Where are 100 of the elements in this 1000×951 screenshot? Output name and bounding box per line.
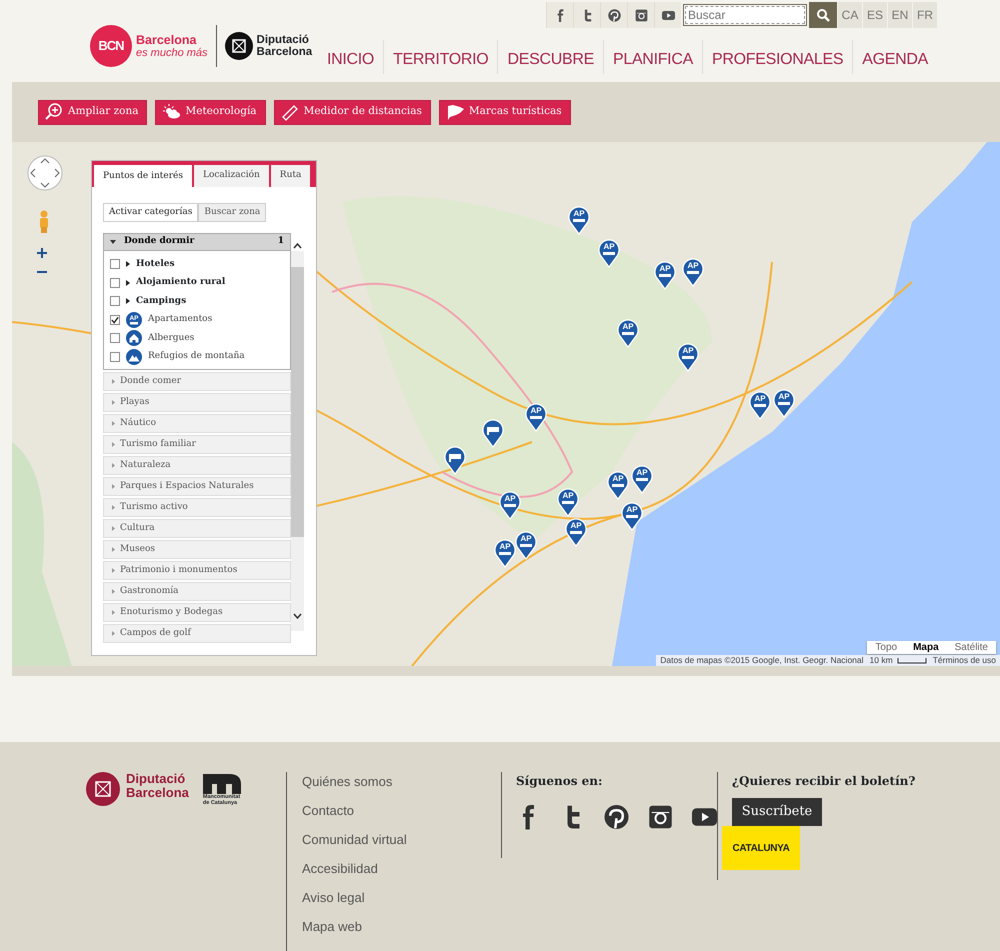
category-item[interactable]: Campos de golf (103, 624, 291, 643)
panel-tab[interactable]: Ruta (270, 165, 310, 187)
youtube-icon[interactable] (662, 8, 674, 22)
nav-link[interactable]: DESCUBRE (498, 40, 604, 74)
category-item[interactable]: Patrimonio i monumentos (103, 561, 291, 580)
category-item[interactable]: Parques i Espacios Naturales (103, 477, 291, 496)
toolbar-button[interactable]: Ampliar zona (38, 100, 148, 124)
map-marker[interactable]: AP (607, 470, 629, 500)
category-item[interactable]: Cultura (103, 519, 291, 538)
category-item[interactable]: Turismo activo (103, 498, 291, 517)
subcategory-label[interactable]: Campings (136, 294, 186, 308)
category-item[interactable]: Enoturismo y Bodegas (103, 603, 291, 622)
checkbox[interactable] (110, 352, 120, 362)
toolbar-button[interactable]: Meteorología (155, 100, 266, 124)
scrollbar-thumb[interactable] (291, 267, 304, 537)
category-label: Donde dormir (124, 235, 196, 248)
subcategory-label[interactable]: Apartamentos (148, 313, 212, 326)
pan-control-icon[interactable] (26, 154, 64, 192)
footer-link[interactable]: Quiénes somos (302, 772, 501, 801)
toolbar-button[interactable]: Marcas turísticas (438, 100, 571, 124)
map-marker[interactable]: AP (682, 257, 704, 287)
map-marker[interactable] (482, 418, 504, 448)
catalunya-logo[interactable]: CATALUNYA (722, 826, 800, 870)
language-button[interactable]: FR (912, 2, 937, 28)
caret-right-icon (112, 610, 115, 615)
brand-name: Barcelona (136, 34, 198, 46)
map-type-button[interactable]: Mapa (905, 641, 947, 654)
category-item[interactable]: Naturaleza (103, 456, 291, 475)
pinterest-icon[interactable] (608, 8, 620, 22)
footer-link[interactable]: Mapa web (302, 917, 501, 946)
category-item[interactable]: Museos (103, 540, 291, 559)
subscribe-button[interactable]: Suscríbete (732, 798, 822, 826)
category-header[interactable]: Donde dormir 1 (103, 233, 291, 251)
checkbox[interactable] (110, 333, 120, 344)
subcategory-label[interactable]: Hoteles (136, 258, 175, 271)
toolbar-button[interactable]: Medidor de distancias (274, 100, 431, 124)
footer-link[interactable]: Aviso legal (302, 888, 501, 917)
brand-logo[interactable]: BCN (90, 25, 132, 67)
panel-tab[interactable]: Localización (194, 165, 269, 187)
category-item[interactable]: Donde comer (103, 372, 291, 391)
map-marker[interactable]: AP (749, 390, 771, 420)
chevron-down-icon[interactable] (293, 613, 302, 619)
map-marker[interactable]: AP (621, 501, 643, 531)
filter-tab[interactable]: Activar categorías (103, 203, 198, 222)
map-marker[interactable]: AP (598, 238, 620, 268)
panel-tab[interactable]: Puntos de interés (94, 165, 192, 188)
instagram-icon[interactable] (634, 8, 648, 22)
map-marker[interactable]: AP (525, 402, 547, 432)
subcategory-label[interactable]: Alojamiento rural (136, 276, 226, 290)
filter-tab[interactable]: Buscar zona (198, 203, 266, 222)
search-field[interactable]: Buscar (683, 4, 807, 26)
nav-link[interactable]: PROFESIONALES (702, 40, 854, 74)
map-marker[interactable] (444, 445, 466, 475)
caret-right-icon (112, 568, 115, 573)
map-marker[interactable]: AP (557, 487, 579, 517)
map-type-button[interactable]: Satélite (946, 641, 996, 654)
map-marker[interactable]: AP (568, 205, 590, 235)
map-marker[interactable]: AP (631, 464, 653, 494)
map-marker[interactable]: AP (617, 318, 639, 348)
nav-link[interactable]: INICIO (318, 40, 384, 74)
category-item[interactable]: Náutico (103, 414, 291, 433)
map-marker[interactable]: AP (494, 538, 516, 568)
language-button[interactable]: CA (837, 2, 862, 28)
checkbox[interactable] (110, 314, 120, 325)
zoom-in-icon[interactable] (37, 248, 47, 258)
flag-icon (446, 103, 464, 121)
map-type-button[interactable]: Topo (867, 641, 906, 654)
partner-name: Barcelona (256, 46, 312, 58)
map-marker[interactable]: AP (515, 530, 537, 560)
checkbox[interactable] (110, 278, 120, 288)
category-item[interactable]: Gastronomía (103, 582, 291, 601)
caret-right-icon (112, 484, 115, 489)
checkbox[interactable] (110, 296, 120, 306)
category-count: 1 (278, 235, 284, 248)
terms-link[interactable]: Términos de uso (932, 654, 996, 666)
map-marker[interactable]: AP (499, 490, 521, 520)
category-item[interactable]: Playas (103, 393, 291, 412)
subcategory-label[interactable]: Refugios de montaña (148, 350, 245, 364)
zoom-out-icon[interactable] (37, 270, 47, 274)
mountain-icon (126, 348, 142, 365)
pinterest-icon[interactable] (604, 804, 629, 830)
search-button[interactable] (809, 2, 837, 28)
map-marker[interactable]: AP (565, 517, 587, 547)
chevron-up-icon[interactable] (293, 243, 302, 249)
language-button[interactable]: ES (862, 2, 887, 28)
category-item[interactable]: Turismo familiar (103, 435, 291, 454)
map-marker[interactable]: AP (654, 260, 676, 290)
nav-link[interactable]: TERRITORIO (384, 40, 498, 74)
map-marker[interactable]: AP (677, 342, 699, 372)
footer-link[interactable]: Contacto (302, 801, 501, 830)
language-button[interactable]: EN (887, 2, 912, 28)
map-marker[interactable]: AP (773, 388, 795, 418)
footer-link[interactable]: Accesibilidad (302, 859, 501, 888)
instagram-icon[interactable] (648, 804, 673, 830)
subcategory-label[interactable]: Albergues (148, 332, 194, 345)
zoom-icon (45, 103, 63, 121)
nav-link[interactable]: PLANIFICA (604, 40, 703, 74)
footer-link[interactable]: Comunidad virtual (302, 830, 501, 859)
checkbox[interactable] (110, 259, 120, 270)
nav-link[interactable]: AGENDA (853, 40, 937, 74)
